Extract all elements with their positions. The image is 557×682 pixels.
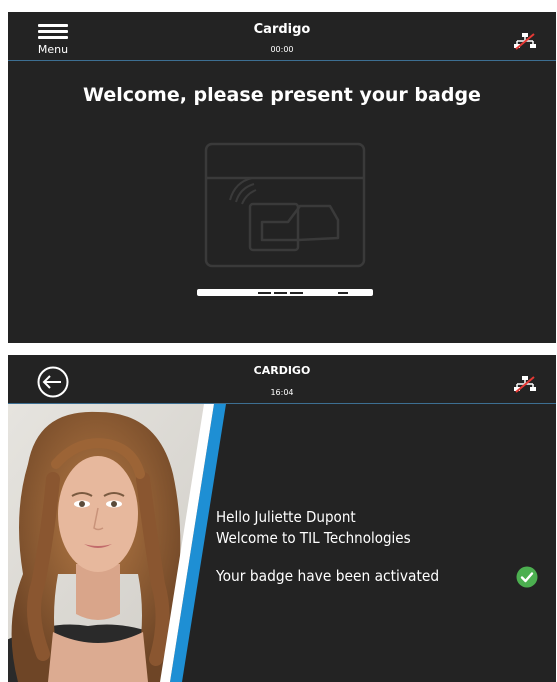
greeting-line: Hello Juliette Dupont	[216, 508, 356, 526]
welcome-line: Welcome to TIL Technologies	[216, 529, 411, 547]
clock: 00:00	[270, 45, 294, 54]
check-circle-icon	[516, 566, 538, 588]
greeting-message: Hello Juliette Dupont Welcome to TIL Tec…	[216, 507, 411, 549]
read-progress-bar	[197, 289, 373, 296]
badge-prompt-screen: Menu Cardigo 00:00 Welcome, please prese…	[8, 12, 556, 343]
top-bar: CARDIGO 16:04	[8, 355, 556, 404]
badge-prompt: Welcome, please present your badge	[83, 84, 481, 106]
badge-activated-screen: CARDIGO 16:04 Hello Juliette Dupont Welc…	[8, 355, 556, 682]
badge-reader-icon	[204, 142, 366, 268]
network-disconnected-icon	[514, 376, 536, 393]
network-disconnected-icon	[514, 33, 536, 50]
clock: 16:04	[270, 388, 294, 397]
badge-status-text: Your badge have been activated	[216, 567, 440, 585]
top-bar: Menu Cardigo 00:00	[8, 12, 556, 61]
app-title: CARDIGO	[253, 364, 311, 377]
app-title: Cardigo	[253, 22, 311, 37]
